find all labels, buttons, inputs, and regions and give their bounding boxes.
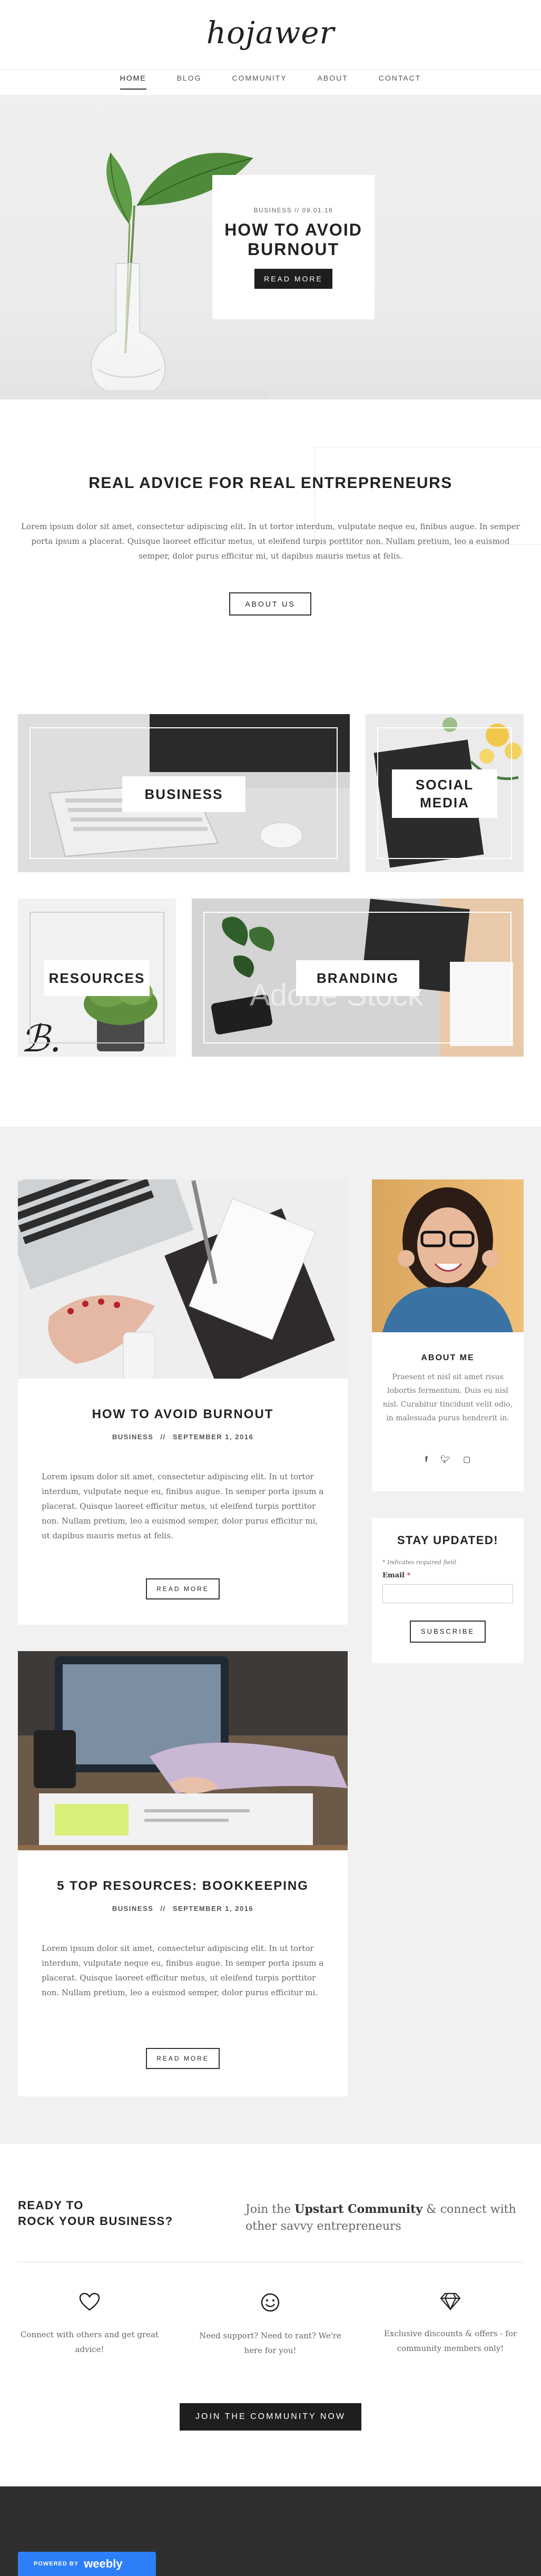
nav-blog[interactable]: BLOG xyxy=(177,74,202,89)
feature-connect: Connect with others and get great advice… xyxy=(11,2292,169,2357)
feature-text: Connect with others and get great advice… xyxy=(20,2330,159,2354)
hero-title-line2: BURNOUT xyxy=(248,239,339,259)
cta-text: Join the Upstart Community & connect wit… xyxy=(245,2201,530,2235)
post-date: SEPTEMBER 1, 2016 xyxy=(172,1433,254,1441)
powered-by-weebly-badge[interactable]: POWERED BY weebly xyxy=(18,2552,156,2576)
author-photo xyxy=(372,1179,524,1332)
required-note: * Indicates required field xyxy=(382,1559,456,1566)
post-image-laptop-typing[interactable] xyxy=(18,1651,348,1850)
cta-heading: READY TO ROCK YOUR BUSINESS? xyxy=(18,2198,173,2229)
post-date: SEPTEMBER 1, 2016 xyxy=(172,1905,254,1913)
about-us-button[interactable]: ABOUT US xyxy=(229,592,311,616)
cta-heading-line1: READY TO xyxy=(18,2199,84,2212)
about-heading: ABOUT ME xyxy=(421,1353,475,1362)
powered-by-text: POWERED BY xyxy=(34,2561,79,2567)
post-title[interactable]: HOW TO AVOID BURNOUT xyxy=(18,1407,348,1422)
nav-contact[interactable]: CONTACT xyxy=(379,74,421,89)
hero-card: BUSINESS // 09.01.16 HOW TO AVOID BURNOU… xyxy=(212,175,375,319)
social-links: f 🐦︎ ▢ xyxy=(372,1455,524,1464)
post-image-laptop-hand[interactable] xyxy=(18,1179,348,1379)
hero-read-more-button[interactable]: READ MORE xyxy=(254,268,332,289)
email-label-text: Email xyxy=(382,1572,405,1579)
nav-about[interactable]: ABOUT xyxy=(318,74,348,89)
category-tile-branding[interactable]: Adobe Stock BRANDING xyxy=(192,899,524,1057)
email-label: Email * xyxy=(382,1572,410,1579)
category-tile-social-media[interactable]: SOCIAL MEDIA xyxy=(366,714,524,872)
feature-discounts: Exclusive discounts & offers - for commu… xyxy=(371,2292,529,2356)
post-excerpt: Lorem ipsum dolor sit amet, consectetur … xyxy=(42,1472,324,1540)
post-meta-separator: // xyxy=(160,1905,166,1913)
main-nav: HOME BLOG COMMUNITY ABOUT CONTACT xyxy=(0,74,541,90)
join-community-button[interactable]: JOIN THE COMMUNITY NOW xyxy=(180,2403,361,2431)
subscribe-button[interactable]: SUBSCRIBE xyxy=(410,1621,486,1643)
intro-text: Lorem ipsum dolor sit amet, consectetur … xyxy=(21,522,520,561)
social-label-line1: SOCIAL xyxy=(415,777,474,793)
header-divider xyxy=(0,69,541,70)
post-title[interactable]: 5 TOP RESOURCES: BOOKKEEPING xyxy=(18,1879,348,1894)
page: hojawer HOME BLOG COMMUNITY ABOUT CONTAC… xyxy=(0,0,541,2576)
cta-text-pre: Join the xyxy=(245,2203,295,2216)
nav-community[interactable]: COMMUNITY xyxy=(232,74,287,89)
feature-text: Exclusive discounts & offers - for commu… xyxy=(383,2329,517,2353)
blog-post-card: 5 TOP RESOURCES: BOOKKEEPING BUSINESS //… xyxy=(18,1651,348,2096)
category-label-social-media: SOCIAL MEDIA xyxy=(392,769,497,818)
intro-heading: REAL ADVICE FOR REAL ENTREPRENEURS xyxy=(88,474,453,492)
required-asterisk: * xyxy=(407,1572,411,1579)
instagram-icon[interactable]: ▢ xyxy=(463,1455,470,1464)
twitter-icon[interactable]: 🐦︎ xyxy=(440,1455,450,1464)
site-logo[interactable]: hojawer xyxy=(0,15,541,51)
post-read-more-button[interactable]: READ MORE xyxy=(146,2048,220,2069)
hero-title-line1: HOW TO AVOID xyxy=(224,220,362,239)
weebly-logo: weebly xyxy=(84,2557,123,2570)
diamond-icon xyxy=(440,2292,461,2311)
heart-icon xyxy=(79,2292,100,2311)
hero-banner: BUSINESS // 09.01.16 HOW TO AVOID BURNOU… xyxy=(0,95,541,399)
about-text: Praesent et nisl sit amet risus lobortis… xyxy=(382,1373,513,1422)
category-label-resources: RESOURCES xyxy=(44,960,150,996)
hero-meta: BUSINESS // 09.01.16 xyxy=(253,207,333,214)
category-label-branding: BRANDING xyxy=(296,960,419,996)
email-input[interactable] xyxy=(382,1584,513,1603)
facebook-icon[interactable]: f xyxy=(425,1455,428,1464)
cta-text-strong: Upstart Community xyxy=(294,2202,423,2216)
category-tile-business[interactable]: BUSINESS xyxy=(18,714,350,872)
blog-post-card: HOW TO AVOID BURNOUT BUSINESS // SEPTEMB… xyxy=(18,1179,348,1625)
feature-text: Need support? Need to rant? We're here f… xyxy=(199,2331,341,2355)
post-excerpt: Lorem ipsum dolor sit amet, consectetur … xyxy=(42,1944,324,1997)
post-read-more-button[interactable]: READ MORE xyxy=(146,1578,220,1599)
category-tile-resources[interactable]: ℬ. RESOURCES xyxy=(18,899,176,1057)
newsletter-heading: STAY UPDATED! xyxy=(397,1534,499,1547)
hero-title[interactable]: HOW TO AVOID BURNOUT xyxy=(212,220,375,259)
about-widget: ABOUT ME Praesent et nisl sit amet risus… xyxy=(372,1179,524,1491)
category-label-business: BUSINESS xyxy=(122,776,245,812)
social-label-line2: MEDIA xyxy=(420,795,469,811)
smiley-icon xyxy=(261,2293,280,2312)
post-meta: BUSINESS // SEPTEMBER 1, 2016 xyxy=(18,1433,348,1441)
post-category[interactable]: BUSINESS xyxy=(112,1433,153,1441)
feature-support: Need support? Need to rant? We're here f… xyxy=(191,2292,349,2358)
post-category[interactable]: BUSINESS xyxy=(112,1905,153,1913)
cta-heading-line2: ROCK YOUR BUSINESS? xyxy=(18,2214,173,2228)
newsletter-widget: STAY UPDATED! * Indicates required field… xyxy=(372,1518,524,1663)
post-meta-separator: // xyxy=(160,1433,166,1441)
post-meta: BUSINESS // SEPTEMBER 1, 2016 xyxy=(18,1905,348,1913)
nav-home[interactable]: HOME xyxy=(120,74,146,90)
